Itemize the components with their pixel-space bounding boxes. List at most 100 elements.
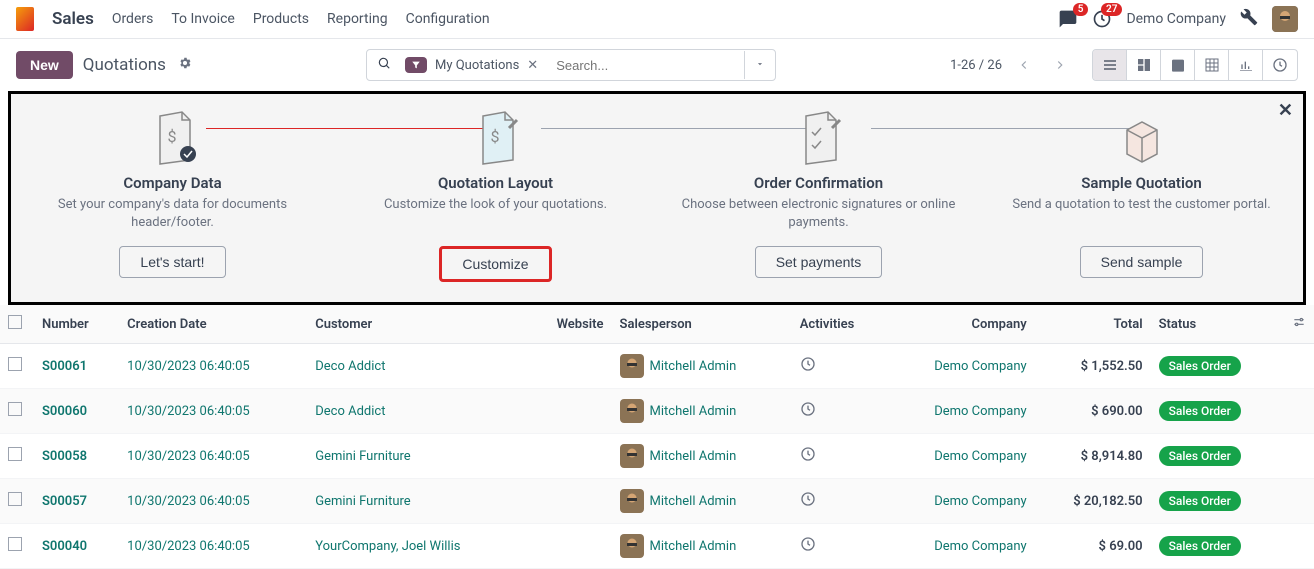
search-input[interactable] (548, 52, 744, 79)
order-number[interactable]: S00040 (42, 539, 87, 554)
row-checkbox[interactable] (8, 402, 22, 416)
company-link[interactable]: Demo Company (934, 359, 1026, 374)
customer-link[interactable]: Gemini Furniture (315, 494, 410, 509)
col-salesperson[interactable]: Salesperson (612, 305, 792, 344)
col-date[interactable]: Creation Date (119, 305, 307, 344)
salesperson-link[interactable]: Mitchell Admin (650, 494, 737, 509)
view-calendar[interactable] (1161, 50, 1195, 80)
creation-date: 10/30/2023 06:40:05 (127, 539, 250, 554)
step-title: Company Data (31, 174, 314, 192)
salesperson-link[interactable]: Mitchell Admin (650, 449, 737, 464)
send-sample-button[interactable]: Send sample (1080, 246, 1204, 278)
company-link[interactable]: Demo Company (934, 404, 1026, 419)
row-checkbox[interactable] (8, 492, 22, 506)
company-link[interactable]: Demo Company (934, 539, 1026, 554)
filter-icon-chip (405, 57, 427, 73)
view-list[interactable] (1093, 50, 1127, 80)
pager: 1-26 / 26 (950, 51, 1074, 79)
app-name[interactable]: Sales (52, 9, 94, 29)
set-payments-button[interactable]: Set payments (755, 246, 883, 278)
step-desc: Send a quotation to test the customer po… (1000, 196, 1283, 232)
table-row[interactable]: S00061 10/30/2023 06:40:05 Deco Addict Mitc… (0, 344, 1314, 389)
search-dropdown[interactable] (744, 51, 775, 79)
view-activity[interactable] (1263, 50, 1297, 80)
funnel-icon (411, 60, 421, 70)
gear-icon[interactable] (178, 56, 192, 74)
activity-clock-icon[interactable] (800, 406, 816, 421)
layout-icon: $ (471, 110, 521, 166)
view-graph[interactable] (1229, 50, 1263, 80)
activities-badge: 27 (1101, 3, 1122, 16)
caret-down-icon (755, 59, 765, 69)
row-checkbox[interactable] (8, 447, 22, 461)
table-row[interactable]: S0006010/30/2023 06:40:05Deco AddictMitc… (0, 389, 1314, 434)
view-kanban[interactable] (1127, 50, 1161, 80)
chip-remove[interactable]: ✕ (523, 58, 542, 73)
status-badge: Sales Order (1159, 536, 1241, 556)
view-pivot[interactable] (1195, 50, 1229, 80)
company-link[interactable]: Demo Company (934, 449, 1026, 464)
col-website[interactable]: Website (526, 305, 611, 344)
website-cell (526, 479, 611, 524)
salesperson-link[interactable]: Mitchell Admin (650, 404, 737, 419)
pager-prev[interactable] (1010, 51, 1038, 79)
activity-clock-icon[interactable] (800, 361, 816, 376)
avatar-icon (1272, 6, 1298, 32)
svg-text:$: $ (167, 127, 176, 146)
nav-orders[interactable]: Orders (112, 11, 154, 27)
checklist-icon (794, 110, 844, 166)
col-status[interactable]: Status (1151, 305, 1284, 344)
col-activities[interactable]: Activities (792, 305, 888, 344)
customize-button[interactable]: Customize (439, 246, 551, 282)
select-all-checkbox[interactable] (8, 315, 22, 329)
table-row[interactable]: S00040 10/30/2023 06:40:05 YourCompany, Jo… (0, 524, 1314, 569)
table-row[interactable]: S0005710/30/2023 06:40:05Gemini Furnitur… (0, 479, 1314, 524)
row-checkbox[interactable] (8, 537, 22, 551)
col-number[interactable]: Number (34, 305, 119, 344)
activities-button[interactable]: 27 (1092, 9, 1112, 29)
activity-clock-icon[interactable] (800, 451, 816, 466)
step-quotation-layout: $ Quotation Layout Customize the look of… (334, 110, 657, 282)
search-icon[interactable] (367, 50, 401, 80)
row-checkbox[interactable] (8, 357, 22, 371)
col-company[interactable]: Company (887, 305, 1034, 344)
table-row[interactable]: S0005810/30/2023 06:40:05Gemini Furnitur… (0, 434, 1314, 479)
creation-date: 10/30/2023 06:40:05 (127, 359, 250, 374)
salesperson-link[interactable]: Mitchell Admin (650, 359, 737, 374)
order-number[interactable]: S00061 (42, 359, 87, 374)
customer-link[interactable]: Deco Addict (315, 359, 385, 374)
nav-to-invoice[interactable]: To Invoice (171, 11, 235, 27)
step-desc: Customize the look of your quotations. (354, 196, 637, 232)
nav-configuration[interactable]: Configuration (406, 11, 490, 27)
company-selector[interactable]: Demo Company (1126, 11, 1226, 27)
lets-start-button[interactable]: Let's start! (119, 246, 225, 278)
order-number[interactable]: S00060 (42, 404, 87, 419)
customer-link[interactable]: Deco Addict (315, 404, 385, 419)
messages-badge: 5 (1073, 3, 1089, 16)
new-button[interactable]: New (16, 51, 73, 79)
customer-link[interactable]: YourCompany, Joel Willis (315, 539, 460, 554)
col-customer[interactable]: Customer (307, 305, 526, 344)
order-number[interactable]: S00057 (42, 494, 87, 509)
activity-clock-icon[interactable] (800, 541, 816, 556)
debug-button[interactable] (1240, 8, 1258, 30)
total-amount: $ 1,552.50 (1081, 359, 1143, 374)
pager-next[interactable] (1046, 51, 1074, 79)
messages-button[interactable]: 5 (1058, 9, 1078, 29)
step-sample-quotation: Sample Quotation Send a quotation to tes… (980, 110, 1303, 282)
company-link[interactable]: Demo Company (934, 494, 1026, 509)
status-badge: Sales Order (1159, 401, 1241, 421)
control-panel: New Quotations My Quotations ✕ 1-26 / 26 (0, 39, 1314, 91)
col-settings[interactable] (1284, 305, 1314, 344)
nav-products[interactable]: Products (253, 11, 309, 27)
salesperson-link[interactable]: Mitchell Admin (650, 539, 737, 554)
svg-text:$: $ (490, 127, 499, 146)
col-total[interactable]: Total (1035, 305, 1151, 344)
activity-clock-icon[interactable] (800, 496, 816, 511)
order-number[interactable]: S00058 (42, 449, 87, 464)
pager-text[interactable]: 1-26 / 26 (950, 58, 1002, 73)
website-cell (526, 524, 611, 569)
customer-link[interactable]: Gemini Furniture (315, 449, 410, 464)
user-avatar[interactable] (1272, 6, 1298, 32)
nav-reporting[interactable]: Reporting (327, 11, 388, 27)
